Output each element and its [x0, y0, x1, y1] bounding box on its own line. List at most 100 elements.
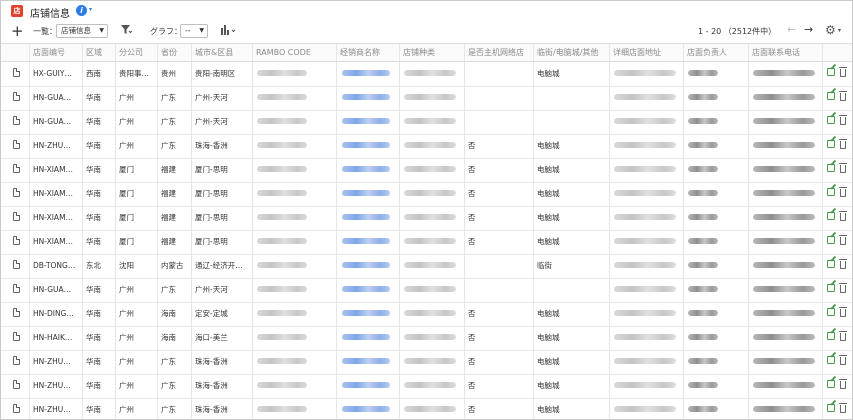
edit-icon[interactable]	[827, 332, 835, 340]
cell-city[interactable]: 珠海-香洲	[192, 374, 253, 398]
document-icon[interactable]	[13, 404, 20, 413]
table-row[interactable]: HN-XIAM… 华南 厦门 福建 厦门-思明 否电脑城	[1, 230, 852, 255]
header-cell[interactable]: 省份	[158, 44, 192, 61]
table-row[interactable]: HN-ZHU… 华南 广州 广东 珠海-香洲 否电脑城	[1, 398, 852, 419]
edit-icon[interactable]	[827, 68, 835, 76]
edit-icon[interactable]	[827, 284, 835, 292]
edit-icon[interactable]	[827, 116, 835, 124]
trash-icon[interactable]	[839, 283, 847, 293]
table-row[interactable]: HN-XIAM… 华南 厦门 福建 厦门-思明 否电脑城	[1, 182, 852, 207]
document-icon[interactable]	[13, 284, 20, 293]
table-row[interactable]: HN-GUA… 华南 广州 广东 广州-天河	[1, 86, 852, 111]
cell-city[interactable]: 通辽-经济开…	[192, 254, 253, 278]
trash-icon[interactable]	[839, 115, 847, 125]
cell-city[interactable]: 定安-定城	[192, 302, 253, 326]
trash-icon[interactable]	[839, 235, 847, 245]
table-row[interactable]: HN-GUA… 华南 广州 广东 广州-天河	[1, 110, 852, 135]
header-cell[interactable]: 分公司	[116, 44, 158, 61]
trash-icon[interactable]	[839, 379, 847, 389]
trash-icon[interactable]	[839, 163, 847, 173]
header-cell[interactable]: 店面编号	[30, 44, 83, 61]
document-icon[interactable]	[13, 188, 20, 197]
table-row[interactable]: HX-GUIY… 西南 贵阳事… 贵州 贵阳-南明区 电脑城	[1, 62, 852, 87]
header-cell[interactable]: 详细店面地址	[610, 44, 684, 61]
table-row[interactable]: DB-TONG… 东北 沈阳 内蒙古 通辽-经济开… 临街	[1, 254, 852, 279]
edit-icon[interactable]	[827, 140, 835, 148]
cell-city[interactable]: 厦门-思明	[192, 182, 253, 206]
table-row[interactable]: HN-HAIK… 华南 广州 海南 海口-美兰 否电脑城	[1, 326, 852, 351]
redacted-text	[753, 238, 815, 244]
table-row[interactable]: HN-ZHU… 华南 广州 广东 珠海-香洲 否电脑城	[1, 350, 852, 375]
table-row[interactable]: HN-GUA… 华南 广州 广东 广州-天河	[1, 278, 852, 303]
edit-icon[interactable]	[827, 356, 835, 364]
trash-icon[interactable]	[839, 139, 847, 149]
cell-city[interactable]: 厦门-思明	[192, 206, 253, 230]
table-row[interactable]: HN-ZHU… 华南 广州 广东 珠海-香洲 否电脑城	[1, 374, 852, 399]
gear-caret-icon[interactable]: ▾	[838, 27, 841, 34]
header-cell[interactable]: 城市&区县	[192, 44, 253, 61]
cell-city[interactable]: 广州-天河	[192, 278, 253, 302]
document-icon[interactable]	[13, 164, 20, 173]
cell-city[interactable]: 珠海-香洲	[192, 134, 253, 158]
cell-city[interactable]: 珠海-香洲	[192, 350, 253, 374]
cell-city[interactable]: 厦门-思明	[192, 230, 253, 254]
header-cell[interactable]: 店铺种类	[400, 44, 465, 61]
header-cell[interactable]: 经销商名称	[337, 44, 400, 61]
cell-city[interactable]: 广州-天河	[192, 86, 253, 110]
document-icon[interactable]	[13, 380, 20, 389]
prev-page-icon[interactable]: ←	[787, 23, 796, 36]
trash-icon[interactable]	[839, 211, 847, 221]
list-view-select[interactable]: 店铺信息 ▼	[56, 24, 108, 38]
header-cell[interactable]: 区域	[83, 44, 116, 61]
edit-icon[interactable]	[827, 212, 835, 220]
trash-icon[interactable]	[839, 67, 847, 77]
document-icon[interactable]	[13, 332, 20, 341]
document-icon[interactable]	[13, 140, 20, 149]
trash-icon[interactable]	[839, 331, 847, 341]
table-row[interactable]: HN-DING… 华南 广州 海南 定安-定城 否电脑城	[1, 302, 852, 327]
trash-icon[interactable]	[839, 403, 847, 413]
edit-icon[interactable]	[827, 308, 835, 316]
document-icon[interactable]	[13, 92, 20, 101]
trash-icon[interactable]	[839, 187, 847, 197]
cell-city[interactable]: 海口-美兰	[192, 326, 253, 350]
trash-icon[interactable]	[839, 355, 847, 365]
cell-city[interactable]: 厦门-思明	[192, 158, 253, 182]
edit-icon[interactable]	[827, 260, 835, 268]
info-caret-icon[interactable]: ▾	[89, 6, 92, 13]
document-icon[interactable]	[13, 68, 20, 77]
next-page-icon[interactable]: →	[804, 23, 813, 36]
document-icon[interactable]	[13, 236, 20, 245]
header-cell[interactable]: 临街/电脑城/其他	[534, 44, 610, 61]
filter-icon[interactable]	[121, 25, 133, 38]
add-record-button[interactable]: +	[11, 22, 24, 40]
table-row[interactable]: HN-ZHU… 华南 广州 广东 珠海-香洲 否电脑城	[1, 134, 852, 159]
trash-icon[interactable]	[839, 307, 847, 317]
gear-icon[interactable]: ⚙	[825, 23, 836, 37]
edit-icon[interactable]	[827, 164, 835, 172]
cell-city[interactable]: 珠海-香洲	[192, 398, 253, 419]
header-cell[interactable]: 店面联系电话	[749, 44, 823, 61]
header-cell[interactable]: RAMBO CODE	[253, 44, 337, 61]
table-row[interactable]: HN-XIAM… 华南 厦门 福建 厦门-思明 否电脑城	[1, 206, 852, 231]
header-cell[interactable]: 店面负责人	[684, 44, 749, 61]
edit-icon[interactable]	[827, 188, 835, 196]
trash-icon[interactable]	[839, 91, 847, 101]
graph-select[interactable]: -- ▼	[180, 24, 208, 38]
trash-icon[interactable]	[839, 259, 847, 269]
table-row[interactable]: HN-XIAM… 华南 厦门 福建 厦门-思明 否电脑城	[1, 158, 852, 183]
header-cell[interactable]: 是否主机网络店	[465, 44, 534, 61]
edit-icon[interactable]	[827, 92, 835, 100]
info-icon[interactable]: i	[76, 5, 87, 16]
document-icon[interactable]	[13, 116, 20, 125]
document-icon[interactable]	[13, 308, 20, 317]
cell-city[interactable]: 贵阳-南明区	[192, 62, 253, 86]
cell-city[interactable]: 广州-天河	[192, 110, 253, 134]
document-icon[interactable]	[13, 356, 20, 365]
document-icon[interactable]	[13, 260, 20, 269]
document-icon[interactable]	[13, 212, 20, 221]
bar-chart-icon[interactable]	[221, 25, 237, 38]
edit-icon[interactable]	[827, 404, 835, 412]
edit-icon[interactable]	[827, 236, 835, 244]
edit-icon[interactable]	[827, 380, 835, 388]
